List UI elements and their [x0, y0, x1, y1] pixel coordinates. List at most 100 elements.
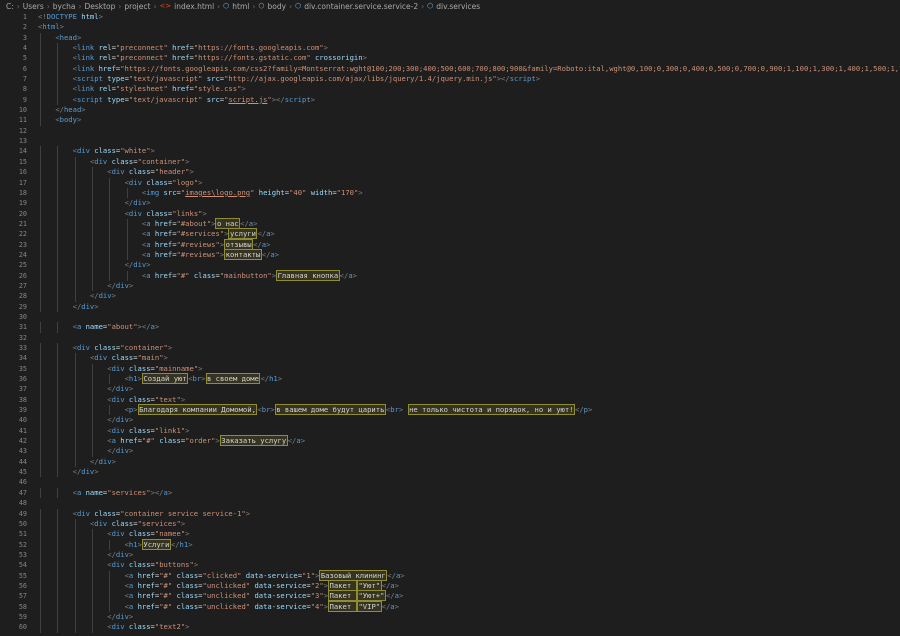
code-line[interactable]: 34 <div class="main">	[0, 353, 900, 364]
breadcrumb-item[interactable]: index.html	[174, 2, 214, 11]
code-line[interactable]: 42 <a href="#" class="order"> Заказать усл…	[0, 435, 900, 447]
breadcrumb-item[interactable]: project	[124, 2, 150, 11]
code-line[interactable]: 47 <a name="services"></a>	[0, 487, 900, 499]
indent-guide	[40, 580, 41, 592]
code-line[interactable]: 44 </div>	[0, 456, 900, 468]
code-line[interactable]: 52 <h1> Услуги </h1>	[0, 538, 900, 550]
indent-guide	[74, 156, 76, 168]
code-token: >	[146, 260, 151, 270]
code-line[interactable]: 4 <link rel="preconnect" href="https://fo…	[0, 43, 900, 54]
code-line[interactable]: 3 <head>	[0, 32, 900, 44]
breadcrumb-item[interactable]: body	[268, 2, 287, 11]
code-line[interactable]: 31 <a name="about"></a>	[0, 322, 900, 333]
breadcrumb-item[interactable]: html	[232, 2, 249, 11]
code-editor[interactable]: 1 <!DOCTYPE html> 2 <html> 3 <head> 4 <link rel…	[0, 12, 900, 633]
code-token: script.js	[228, 94, 268, 104]
code-token: "main"	[137, 353, 164, 363]
indent-guide	[91, 560, 93, 571]
code-line[interactable]: 46	[0, 477, 900, 487]
code-line[interactable]: 59 </div>	[0, 611, 900, 623]
indent-guide	[74, 363, 76, 375]
indent-guide	[40, 229, 41, 240]
code-token: data-service	[254, 580, 307, 590]
breadcrumb-item[interactable]: div.services	[436, 2, 480, 11]
code-token: class	[176, 591, 199, 601]
code-line[interactable]: 28 </div>	[0, 291, 900, 302]
indent-guide	[91, 198, 93, 209]
code-line[interactable]: 55 <a href="#" class="clicked" data-servi…	[0, 569, 900, 581]
breadcrumb-item[interactable]: div.container.service.service-2	[304, 2, 418, 11]
code-token: отзывы	[224, 238, 254, 250]
code-line[interactable]: 10 </head>	[0, 105, 900, 116]
code-line[interactable]: 15 <div class="container">	[0, 156, 900, 168]
code-line[interactable]: 16 <div class="header">	[0, 167, 900, 178]
code-line[interactable]: 29 </div>	[0, 301, 900, 312]
code-line[interactable]: 32	[0, 333, 900, 343]
code-token: href	[137, 601, 155, 611]
code-line[interactable]: 13	[0, 136, 900, 146]
code-line[interactable]: 18 <img src="images\logo.png" height="40"…	[0, 187, 900, 199]
breadcrumb-item[interactable]: Users	[23, 2, 44, 11]
code-line[interactable]: 45 </div>	[0, 467, 900, 478]
code-text: <div class="main">	[90, 353, 168, 363]
code-line[interactable]: 9 <script type="text/javascript" src="scr…	[0, 94, 900, 106]
code-line[interactable]: 49 <div class="container service service-…	[0, 508, 900, 519]
code-line[interactable]: 2 <html>	[0, 22, 900, 32]
code-line[interactable]: 50 <div class="services">	[0, 518, 900, 530]
code-line[interactable]: 51 <div class="namee">	[0, 529, 900, 540]
code-line[interactable]: 19 </div>	[0, 198, 900, 209]
code-token: >	[133, 405, 138, 415]
code-line[interactable]: 43 </div>	[0, 446, 900, 457]
code-line[interactable]: 1 <!DOCTYPE html>	[0, 12, 900, 22]
code-line[interactable]: 36 <h1> Создай уют <br> в своем доме </h1>	[0, 373, 900, 385]
code-token: "white"	[120, 146, 151, 156]
code-line[interactable]: 26 <a href="#" class="mainbutton"> Главная…	[0, 269, 900, 281]
code-line[interactable]: 39 <p> Благодаря компании Домомой, <br> в ва…	[0, 404, 900, 416]
breadcrumb-item[interactable]: bycha	[53, 2, 76, 11]
code-line[interactable]: 27 </div>	[0, 280, 900, 292]
indent-guide	[40, 115, 41, 126]
code-token: div	[94, 353, 108, 363]
code-line[interactable]: 5 <link rel="preconnect" href="https://fo…	[0, 53, 900, 64]
code-line[interactable]: 21 <a href="#about"> о нас </a>	[0, 217, 900, 230]
code-line[interactable]: 48	[0, 498, 900, 508]
code-line[interactable]: 35 <div class="mainname">	[0, 363, 900, 375]
element-icon: ⬡	[223, 2, 230, 10]
code-line[interactable]: 33 <div class="container">	[0, 343, 900, 354]
breadcrumb-item[interactable]: Desktop	[84, 2, 115, 11]
code-line[interactable]: 22 <a href="#services"> услуги </a>	[0, 228, 900, 240]
indent-guide	[74, 218, 76, 230]
code-token: "4"	[310, 601, 324, 611]
code-token: "links"	[172, 208, 203, 218]
indent-guide	[109, 239, 111, 250]
code-line[interactable]: 40 </div>	[0, 415, 900, 426]
code-line[interactable]: 41 <div class="link1">	[0, 425, 900, 437]
code-line[interactable]: 6 <link href="https://fonts.googleapis.co…	[0, 63, 900, 75]
indent-guide	[126, 187, 128, 199]
code-line[interactable]: 54 <div class="buttons">	[0, 560, 900, 571]
code-line[interactable]: 24 <a href="#reviews"> контакты </a>	[0, 248, 900, 261]
code-line[interactable]: 12	[0, 126, 900, 136]
code-line[interactable]: 8 <link rel="stylesheet" href="style.css"…	[0, 84, 900, 95]
code-line[interactable]: 17 <div class="logo">	[0, 177, 900, 188]
code-line[interactable]: 25 </div>	[0, 260, 900, 271]
breadcrumb-item[interactable]: C:	[6, 2, 14, 11]
code-line[interactable]: 56 <a href="#" class="unclicked" data-ser…	[0, 579, 900, 592]
code-line[interactable]: 58 <a href="#" class="unclicked" data-ser…	[0, 600, 900, 612]
code-token: ></	[150, 487, 164, 497]
code-token: br	[390, 405, 399, 415]
indent-guide	[40, 374, 41, 385]
code-line[interactable]: 60 <div class="text2">	[0, 622, 900, 633]
code-line[interactable]: 20 <div class="links">	[0, 208, 900, 219]
code-token: >	[587, 405, 593, 415]
code-token: </	[55, 105, 64, 115]
code-line[interactable]: 30	[0, 312, 900, 322]
code-line[interactable]: 7 <script type="text/javascript" src="htt…	[0, 74, 900, 85]
code-line[interactable]: 53 </div>	[0, 549, 900, 561]
code-line[interactable]: 11 <body>	[0, 115, 900, 126]
code-line[interactable]: 23 <a href="#reviews"> отзывы </a>	[0, 238, 900, 250]
code-line[interactable]: 57 <a href="#" class="unclicked" data-ser…	[0, 590, 900, 602]
code-line[interactable]: 14 <div class="white">	[0, 146, 900, 157]
code-line[interactable]: 37 </div>	[0, 384, 900, 395]
